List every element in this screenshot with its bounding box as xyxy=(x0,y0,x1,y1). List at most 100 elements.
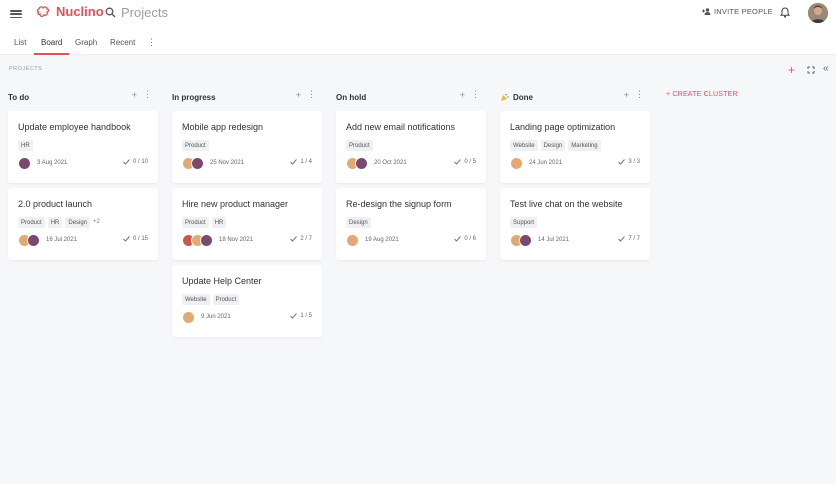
card-progress: 0 / 6 xyxy=(454,236,476,242)
column-more-icon[interactable]: ⋮ xyxy=(307,89,316,100)
board-card[interactable]: Re-design the signup form Design 19 Aug 20… xyxy=(336,188,486,260)
card-title: Hire new product manager xyxy=(182,199,289,209)
card-footer: 20 Oct 2021 0 / 5 xyxy=(346,156,476,170)
add-item-icon[interactable]: + xyxy=(788,63,795,77)
search-bar[interactable]: Projects xyxy=(105,5,168,20)
assignee-avatars xyxy=(346,156,368,170)
tag-badge[interactable]: Marketing xyxy=(568,140,601,151)
card-footer: 9 Jun 2021 1 / 5 xyxy=(182,310,312,324)
card-tags: Website Design Marketing xyxy=(510,140,640,151)
tab-board[interactable]: Board xyxy=(41,38,62,47)
card-footer: 16 Jul 2021 0 / 15 xyxy=(18,233,148,247)
checkmark-icon xyxy=(618,159,626,165)
board-card[interactable]: Add new email notifications Product 20 Oct… xyxy=(336,111,486,183)
card-date: 24 Jun 2021 xyxy=(529,160,563,166)
assignee-avatars xyxy=(18,233,40,247)
avatar xyxy=(200,233,213,247)
tag-badge[interactable]: Website xyxy=(510,140,538,151)
create-cluster-button[interactable]: + CREATE CLUSTER xyxy=(666,91,738,98)
progress-count: 0 / 5 xyxy=(464,159,476,165)
column-more-icon[interactable]: ⋮ xyxy=(143,89,152,100)
app-logo[interactable]: Nuclino xyxy=(36,4,104,19)
expand-icon[interactable] xyxy=(807,65,815,77)
card-date: 3 Aug 2021 xyxy=(37,160,68,166)
board-card[interactable]: Test live chat on the website Support 14 J… xyxy=(500,188,650,260)
board-card[interactable]: Hire new product manager Product HR 18 Nov … xyxy=(172,188,322,260)
progress-count: 1 / 5 xyxy=(300,313,312,319)
brain-logo-icon xyxy=(36,5,50,17)
tag-badge[interactable]: Product xyxy=(182,217,209,228)
card-progress: 3 / 3 xyxy=(618,159,640,165)
tag-badge[interactable]: HR xyxy=(47,217,63,228)
card-tags: Product xyxy=(182,140,312,151)
avatar xyxy=(27,233,40,247)
user-avatar[interactable] xyxy=(808,3,828,23)
card-title: Mobile app redesign xyxy=(182,122,264,132)
column-done: Done + ⋮ Landing page optimization Website De… xyxy=(500,89,650,260)
column-title: In progress xyxy=(172,92,216,102)
assignee-avatars xyxy=(510,156,523,170)
tag-badge[interactable]: Design xyxy=(65,217,91,228)
checkmark-icon xyxy=(618,236,626,242)
board-card[interactable]: 2.0 product launch Product HR Design +2 16 Ju… xyxy=(8,188,158,260)
tag-badge[interactable]: Product xyxy=(182,140,209,151)
column-header: To do + ⋮ xyxy=(8,89,158,105)
tag-badge[interactable]: Product xyxy=(346,140,373,151)
tabs-more-icon[interactable]: ⋮ xyxy=(147,37,156,48)
card-date: 9 Jun 2021 xyxy=(201,314,231,320)
card-progress: 0 / 10 xyxy=(123,159,148,165)
tab-recent[interactable]: Recent xyxy=(110,38,135,47)
column-title: On hold xyxy=(336,92,367,102)
card-date: 14 Jul 2021 xyxy=(538,237,570,243)
card-title: Test live chat on the website xyxy=(510,199,623,209)
tab-list[interactable]: List xyxy=(14,38,26,47)
card-progress: 0 / 15 xyxy=(123,236,148,242)
tag-badge[interactable]: Design xyxy=(540,140,566,151)
add-card-icon[interactable]: + xyxy=(624,90,629,100)
extra-tags-count: +2 xyxy=(93,219,100,225)
tag-badge[interactable]: Product xyxy=(18,217,45,228)
card-progress: 1 / 4 xyxy=(290,159,312,165)
add-person-icon xyxy=(702,8,711,15)
column-title: To do xyxy=(8,92,30,102)
invite-people-label: INVITE PEOPLE xyxy=(714,7,773,16)
progress-count: 0 / 15 xyxy=(132,236,148,242)
tag-badge[interactable]: Support xyxy=(510,217,538,228)
board-card[interactable]: Mobile app redesign Product 25 Nov 2021 1 /… xyxy=(172,111,322,183)
progress-count: 2 / 7 xyxy=(300,236,312,242)
board-card[interactable]: Landing page optimization Website Design Ma… xyxy=(500,111,650,183)
progress-count: 0 / 10 xyxy=(132,159,148,165)
search-icon xyxy=(105,7,116,18)
card-footer: 14 Jul 2021 7 / 7 xyxy=(510,233,640,247)
party-popper-icon xyxy=(500,93,509,102)
tag-badge[interactable]: Product xyxy=(212,294,240,305)
bell-icon[interactable] xyxy=(779,5,791,23)
card-date: 18 Nov 2021 xyxy=(219,237,254,243)
tag-badge[interactable]: Website xyxy=(182,294,210,305)
card-date: 19 Aug 2021 xyxy=(365,237,399,243)
board-card[interactable]: Update Help Center Website Product 9 Jun 20… xyxy=(172,265,322,337)
avatar xyxy=(346,233,359,247)
column-more-icon[interactable]: ⋮ xyxy=(635,89,644,100)
column-in-progress: In progress + ⋮ Mobile app redesign Product 2… xyxy=(172,89,322,337)
add-card-icon[interactable]: + xyxy=(296,90,301,100)
add-card-icon[interactable]: + xyxy=(460,90,465,100)
invite-people-button[interactable]: INVITE PEOPLE xyxy=(702,7,773,16)
tag-badge[interactable]: HR xyxy=(211,217,227,228)
column-more-icon[interactable]: ⋮ xyxy=(471,89,480,100)
checkmark-icon xyxy=(290,313,298,319)
tab-graph[interactable]: Graph xyxy=(75,38,97,47)
card-title: Update Help Center xyxy=(182,276,262,286)
add-card-icon[interactable]: + xyxy=(132,90,137,100)
avatar xyxy=(519,233,532,247)
board-card[interactable]: Update employee handbook HR 3 Aug 2021 0 / … xyxy=(8,111,158,183)
collapse-sidebar-icon[interactable]: « xyxy=(823,63,829,74)
card-tags: Design xyxy=(346,217,476,228)
hamburger-menu-icon[interactable] xyxy=(10,8,22,20)
card-footer: 18 Nov 2021 2 / 7 xyxy=(182,233,312,247)
tag-badge[interactable]: HR xyxy=(18,140,33,151)
tag-badge[interactable]: Design xyxy=(346,217,371,228)
card-footer: 25 Nov 2021 1 / 4 xyxy=(182,156,312,170)
card-tags: Product HR xyxy=(182,217,312,228)
column-header: On hold + ⋮ xyxy=(336,89,486,105)
